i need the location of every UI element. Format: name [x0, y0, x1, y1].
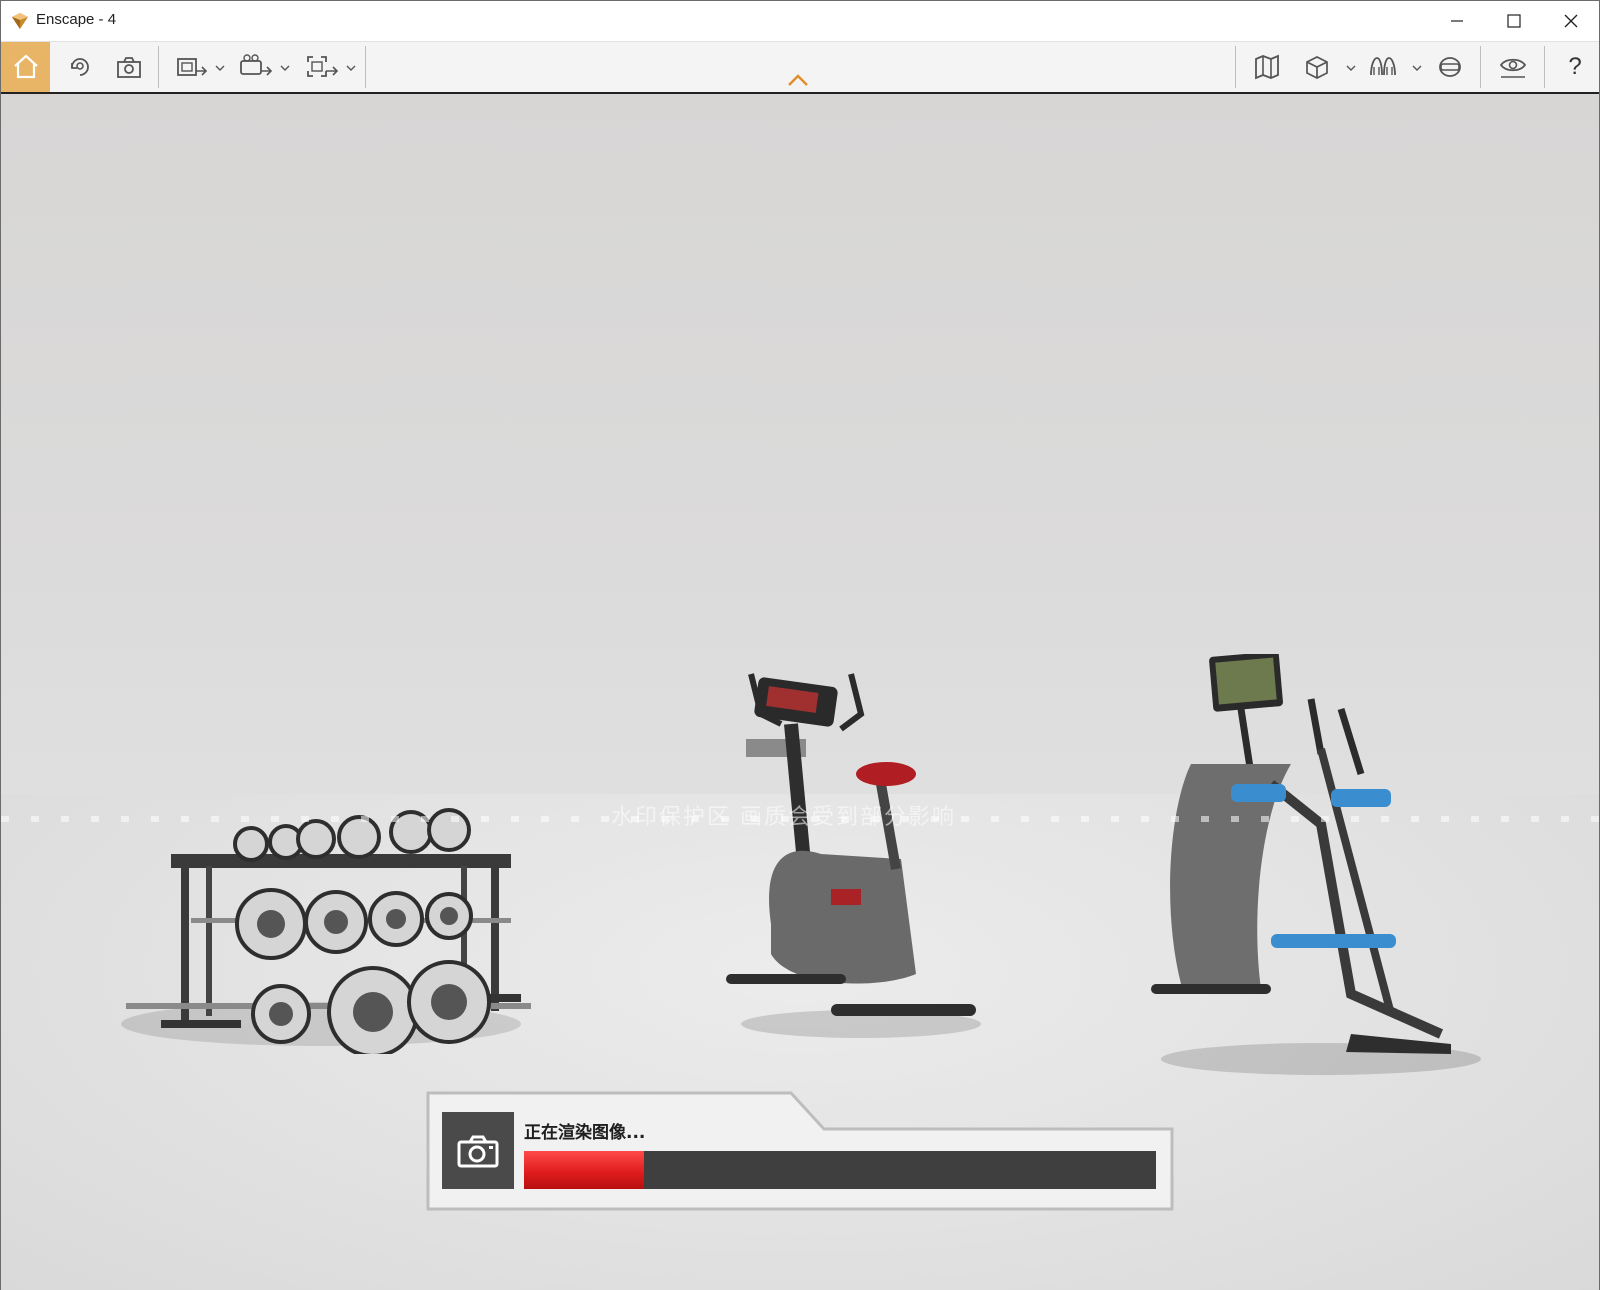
enscape-window: Enscape - 4 ? 水印保护区 画质会受到部分影响 正在渲染图像... — [0, 0, 1600, 1290]
enscape-logo-icon — [12, 13, 28, 29]
exercise-bike — [726, 673, 981, 1038]
render-progress-bar — [524, 1151, 1156, 1189]
visual-settings-button[interactable] — [1492, 42, 1534, 92]
window-title: Enscape - 4 — [36, 11, 117, 28]
panorama-export-button[interactable] — [303, 42, 341, 92]
vr-headset-button[interactable] — [1431, 42, 1469, 92]
map-button[interactable] — [1248, 42, 1286, 92]
material-cube-button[interactable] — [1298, 42, 1336, 92]
screenshot-button[interactable] — [108, 42, 150, 92]
live-update-button[interactable] — [59, 42, 101, 92]
chevron-down-icon[interactable] — [280, 64, 290, 72]
chevron-down-icon[interactable] — [1412, 64, 1422, 72]
render-progress-fill — [524, 1151, 645, 1189]
watermark-text: 水印保护区 画质会受到部分影响 — [611, 805, 956, 830]
chevron-down-icon[interactable] — [346, 64, 356, 72]
toolbar-separator — [1544, 46, 1545, 88]
home-icon — [13, 54, 38, 79]
maximize-icon — [1506, 14, 1521, 28]
batch-render-icon — [177, 58, 208, 76]
material-cube-icon — [1306, 56, 1328, 79]
chevron-down-icon[interactable] — [1346, 64, 1356, 72]
camera-icon — [457, 1135, 499, 1167]
dumbbell-rack — [121, 808, 531, 1054]
close-button[interactable] — [1542, 1, 1599, 41]
maximize-button[interactable] — [1485, 1, 1542, 41]
vr-headset-icon — [1439, 57, 1461, 77]
title-bar: Enscape - 4 — [1, 1, 1599, 42]
asset-library-icon — [1370, 57, 1396, 76]
elliptical-trainer — [1151, 654, 1481, 1075]
render-status-text: 正在渲染图像... — [524, 1123, 646, 1143]
video-export-icon — [240, 54, 273, 76]
toolbar-separator — [158, 46, 159, 88]
chevron-down-icon[interactable] — [215, 64, 225, 72]
screenshot-icon — [117, 57, 141, 78]
video-export-button[interactable] — [237, 42, 275, 92]
toolbar-separator — [1235, 46, 1236, 88]
live-update-icon — [71, 58, 89, 76]
home-button[interactable] — [1, 42, 50, 92]
render-camera-box — [442, 1112, 514, 1189]
visual-settings-icon — [1499, 58, 1527, 78]
asset-library-button[interactable] — [1363, 42, 1403, 92]
help-icon: ? — [1568, 53, 1582, 80]
close-icon — [1564, 14, 1577, 28]
minimize-icon — [1450, 20, 1463, 22]
panorama-export-icon — [307, 56, 339, 77]
collapse-toolbar-icon[interactable] — [787, 73, 809, 87]
map-icon — [1255, 54, 1279, 80]
help-button[interactable]: ? — [1555, 42, 1595, 92]
toolbar-separator — [1480, 46, 1481, 88]
toolbar-separator — [365, 46, 366, 88]
batch-render-button[interactable] — [173, 42, 211, 92]
minimize-button[interactable] — [1428, 1, 1485, 41]
